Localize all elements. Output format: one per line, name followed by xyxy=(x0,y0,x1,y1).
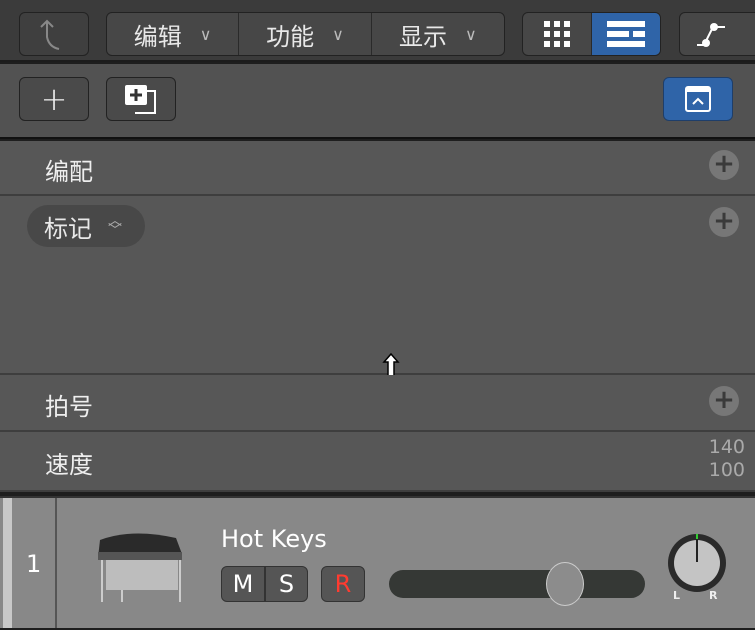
duplicate-plus-icon xyxy=(125,85,156,114)
view-label: 显示 xyxy=(398,22,447,51)
signature-label: 拍号 xyxy=(45,393,93,421)
view-toggle xyxy=(522,12,661,56)
menu-group: 编辑 ∨ 功能 ∨ 显示 ∨ xyxy=(106,12,505,56)
automation-icon xyxy=(697,23,725,47)
arrangement-row: 编配 + xyxy=(0,141,755,196)
edit-label: 编辑 xyxy=(133,22,182,51)
plus-icon: + xyxy=(40,80,68,118)
back-button[interactable] xyxy=(19,12,89,56)
track-color-bar xyxy=(3,498,12,628)
add-signature-button[interactable]: + xyxy=(709,386,739,416)
control-bar: 编辑 ∨ 功能 ∨ 显示 ∨ xyxy=(0,0,755,62)
duplicate-track-button[interactable] xyxy=(106,77,176,121)
tempo-label: 速度 xyxy=(45,451,93,479)
edit-menu[interactable]: 编辑 ∨ xyxy=(107,13,240,55)
tracks-icon xyxy=(606,21,645,47)
chevron-down-icon: ∨ xyxy=(464,24,477,44)
track-name[interactable]: Hot Keys xyxy=(221,525,327,553)
chevron-down-icon: ∨ xyxy=(199,24,212,44)
signature-row: 拍号 + xyxy=(0,375,755,432)
back-arrow-icon xyxy=(40,19,60,50)
grid-icon xyxy=(543,21,570,47)
volume-slider[interactable] xyxy=(389,562,645,606)
up-down-chevron-icon: ︿ ﹀ xyxy=(108,213,122,239)
tempo-scale: 140 100 xyxy=(709,436,745,482)
global-tracks-toggle[interactable] xyxy=(663,77,733,121)
view-menu[interactable]: 显示 ∨ xyxy=(372,13,504,55)
tempo-min: 100 xyxy=(708,459,745,481)
chevron-down-icon: ∨ xyxy=(332,24,344,44)
volume-slider-thumb[interactable] xyxy=(545,562,584,606)
add-arrangement-button[interactable]: + xyxy=(709,150,739,180)
electric-piano-icon xyxy=(98,533,182,602)
grid-view-button[interactable] xyxy=(523,13,592,55)
add-marker-button[interactable]: + xyxy=(709,207,739,237)
track-number: 1 xyxy=(26,550,42,578)
tempo-row: 速度 140 100 xyxy=(0,432,755,492)
marker-label: 标记 xyxy=(44,214,92,243)
pan-right-label: R xyxy=(709,589,718,602)
automation-button[interactable] xyxy=(679,12,755,56)
tempo-max: 140 xyxy=(708,436,745,458)
add-track-button[interactable]: + xyxy=(19,77,89,121)
arrangement-label: 编配 xyxy=(45,158,93,186)
marker-selector[interactable]: 标记 ︿ ﹀ xyxy=(27,205,145,247)
marker-row: 标记 ︿ ﹀ + xyxy=(0,196,755,394)
pan-left-label: L xyxy=(673,589,681,602)
global-tracks-bar: + xyxy=(0,64,755,139)
record-button[interactable]: R xyxy=(321,566,365,602)
solo-button[interactable]: S xyxy=(265,566,308,602)
tracks-view-button[interactable] xyxy=(591,13,660,55)
collapse-up-icon xyxy=(685,86,711,112)
mute-button[interactable]: M xyxy=(221,566,265,602)
functions-menu[interactable]: 功能 ∨ xyxy=(239,13,372,55)
functions-label: 功能 xyxy=(266,22,315,51)
pan-knob[interactable] xyxy=(668,534,726,592)
track-header[interactable]: 1 Hot Keys xyxy=(0,496,755,628)
